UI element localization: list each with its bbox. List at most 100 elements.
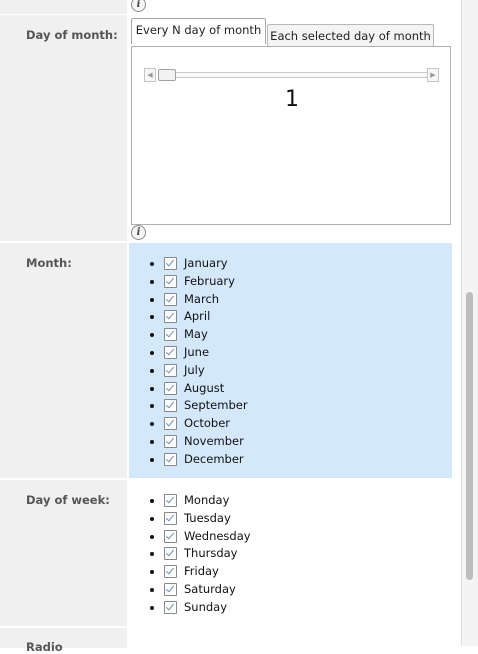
checkbox[interactable] [164, 547, 177, 561]
month-item: October [150, 415, 350, 433]
slider-track[interactable] [158, 72, 428, 78]
scrollbar-thumb[interactable] [466, 292, 473, 580]
day-of-week-item-label: Thursday [184, 546, 238, 561]
top-partial-row: i [0, 0, 462, 15]
checkbox[interactable] [164, 529, 177, 543]
checkbox[interactable] [164, 274, 177, 288]
bullet [150, 534, 154, 539]
month-item-label: December [184, 451, 244, 466]
day-of-week-item: Friday [150, 563, 350, 581]
month-item-label: March [184, 291, 220, 306]
checkbox[interactable] [164, 363, 177, 377]
next-row-label: Radio [26, 640, 63, 654]
bullet [150, 499, 154, 503]
day-of-week-label: Day of week: [26, 493, 110, 507]
bullet [150, 333, 154, 338]
month-item-label: November [184, 433, 244, 448]
month-item-label: April [184, 309, 211, 324]
day-of-week-list: Monday Tuesday Wednesday Thursday Friday Satu… [150, 492, 350, 617]
month-item-label: February [184, 273, 235, 288]
month-item: December [150, 451, 350, 469]
bullet [150, 404, 154, 409]
info-icon[interactable]: i [131, 0, 146, 12]
month-item-label: June [184, 344, 210, 359]
month-item: May [150, 326, 350, 344]
month-item-label: July [184, 362, 205, 377]
checkbox[interactable] [164, 434, 177, 448]
month-item-label: May [184, 327, 208, 342]
bullet [150, 457, 154, 462]
day-of-week-item: Wednesday [150, 528, 350, 546]
slider-thumb[interactable] [158, 69, 176, 81]
day-of-week-item: Thursday [150, 545, 350, 563]
bullet [150, 570, 154, 575]
checkbox[interactable] [164, 417, 177, 431]
month-item-label: January [184, 256, 228, 270]
slider-right-button[interactable]: ▶ [427, 68, 439, 82]
month-item: August [150, 380, 350, 398]
checkbox[interactable] [164, 310, 177, 324]
bullet [150, 422, 154, 427]
checkbox[interactable] [164, 328, 177, 342]
checkbox[interactable] [164, 452, 177, 466]
month-item: September [150, 397, 350, 415]
bullet [150, 386, 154, 391]
checkbox[interactable] [164, 399, 177, 413]
bullet [150, 315, 154, 320]
month-item: November [150, 433, 350, 451]
checkbox[interactable] [164, 600, 177, 614]
slider-left-button[interactable]: ◀ [144, 68, 156, 82]
checkbox[interactable] [164, 381, 177, 395]
month-item-label: September [184, 398, 248, 413]
month-item: April [150, 308, 350, 326]
bullet [150, 350, 154, 355]
tab-every-n-day-label: Every N day of month [135, 23, 262, 37]
next-label-col: Radio [0, 628, 127, 654]
month-item-label: August [184, 380, 225, 395]
month-item: March [150, 291, 350, 309]
tab-each-selected-day-label: Each selected day of month [270, 29, 431, 43]
day-of-month-label: Day of month: [26, 28, 118, 42]
day-of-week-item-label: Wednesday [184, 528, 251, 543]
bullet [150, 552, 154, 557]
checkbox[interactable] [164, 494, 177, 507]
month-item: February [150, 273, 350, 291]
day-of-week-row: Day of week: Monday Tuesday Wednesday Thurs… [0, 480, 462, 627]
day-of-week-item-label: Saturday [184, 581, 236, 596]
checkbox[interactable] [164, 565, 177, 579]
checkbox[interactable] [164, 292, 177, 306]
tab-panel: ◀ ▶ 1 [131, 46, 451, 225]
day-of-week-item-label: Sunday [184, 599, 228, 614]
bullet [150, 297, 154, 302]
day-of-week-label-col: Day of week: [0, 480, 127, 626]
bullet [150, 262, 154, 266]
checkbox[interactable] [164, 511, 177, 525]
checkbox[interactable] [164, 582, 177, 596]
bullet [150, 368, 154, 373]
day-of-month-row: Day of month: Every N day of month Each … [0, 15, 462, 242]
top-label-col [0, 0, 127, 14]
checkbox[interactable] [164, 257, 177, 270]
bullet [150, 279, 154, 284]
day-of-week-item-label: Tuesday [184, 510, 231, 525]
month-item-label: October [184, 416, 231, 431]
bullet [150, 587, 154, 592]
bullet [150, 516, 154, 521]
month-list: January February March April May June July Augu… [150, 255, 350, 469]
month-item: June [150, 344, 350, 362]
vertical-scrollbar[interactable] [461, 0, 478, 646]
bullet [150, 439, 154, 444]
day-of-week-item: Saturday [150, 581, 350, 599]
bullet [150, 605, 154, 610]
checkbox[interactable] [164, 345, 177, 359]
month-row: Month: January February March April May June J… [0, 243, 462, 479]
day-of-month-label-col: Day of month: [0, 15, 127, 241]
month-item: January [150, 255, 350, 273]
month-item: July [150, 362, 350, 380]
tab-every-n-day[interactable]: Every N day of month [131, 18, 266, 44]
day-of-week-item: Monday [150, 492, 350, 510]
tab-each-selected-day[interactable]: Each selected day of month [267, 24, 434, 47]
slider-value: 1 [285, 87, 299, 112]
info-icon[interactable]: i [131, 225, 146, 240]
month-label: Month: [26, 256, 72, 270]
